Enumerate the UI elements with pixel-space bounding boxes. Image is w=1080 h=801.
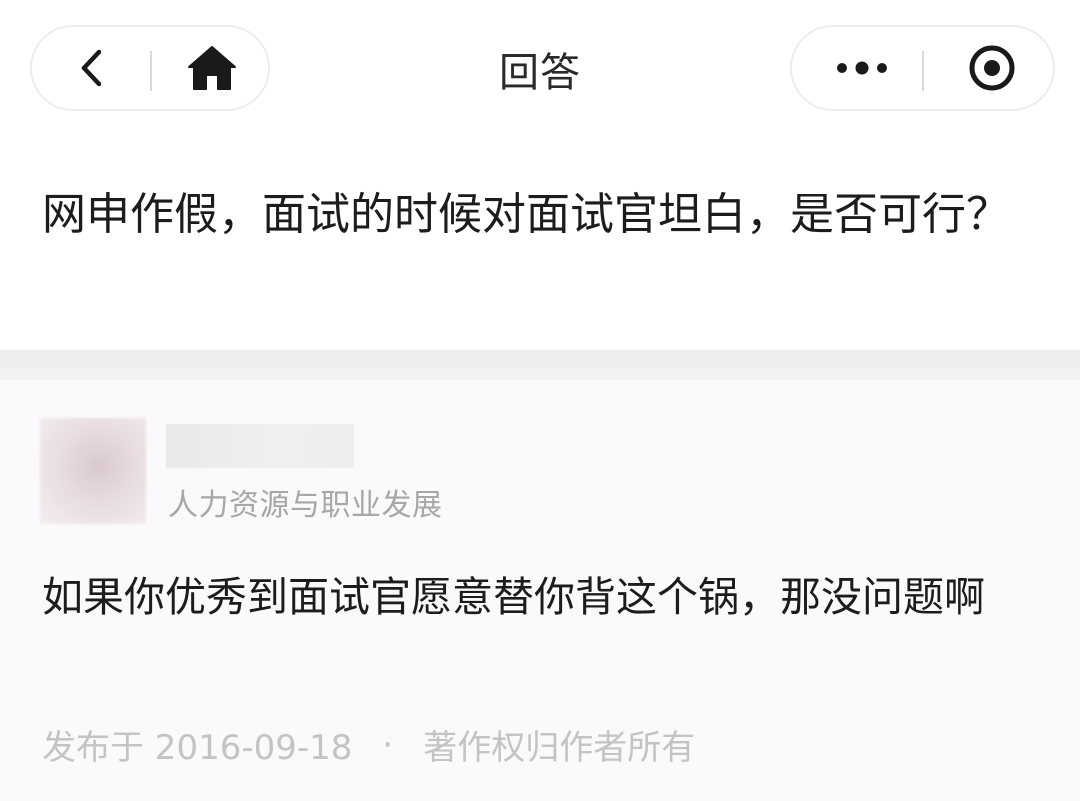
- author-tag: 人力资源与职业发展: [168, 488, 443, 523]
- answer-text: 如果你优秀到面试官愿意替你背这个锅，那没问题啊: [42, 573, 985, 621]
- meta-separator: ·: [382, 724, 394, 765]
- close-button[interactable]: [942, 27, 1042, 109]
- answer-card: 人力资源与职业发展 如果你优秀到面试官愿意替你背这个锅，那没问题啊 发布于 20…: [0, 380, 1080, 801]
- page-title: 回答: [499, 50, 581, 96]
- more-button[interactable]: [812, 27, 912, 109]
- target-circle-icon: [969, 45, 1015, 91]
- back-button[interactable]: [52, 27, 132, 109]
- nav-bar: 回答: [0, 0, 1080, 140]
- nav-right-capsule: [790, 25, 1055, 111]
- publish-date: 发布于 2016-09-18: [42, 728, 353, 768]
- chevron-left-icon: [81, 49, 102, 87]
- question-title: 网申作假，面试的时候对面试官坦白，是否可行？: [42, 189, 1010, 240]
- more-dots-icon: [837, 61, 887, 75]
- answer-meta: 发布于 2016-09-18 · 著作权归作者所有: [42, 720, 695, 769]
- capsule-divider: [922, 51, 924, 91]
- nav-left-capsule: [30, 25, 270, 111]
- capsule-divider: [150, 51, 152, 91]
- home-button[interactable]: [172, 27, 252, 109]
- home-icon: [188, 46, 236, 90]
- avatar[interactable]: [40, 418, 146, 524]
- section-divider: [0, 350, 1080, 380]
- author-name-redacted: [166, 424, 354, 468]
- copyright-notice: 著作权归作者所有: [423, 728, 696, 768]
